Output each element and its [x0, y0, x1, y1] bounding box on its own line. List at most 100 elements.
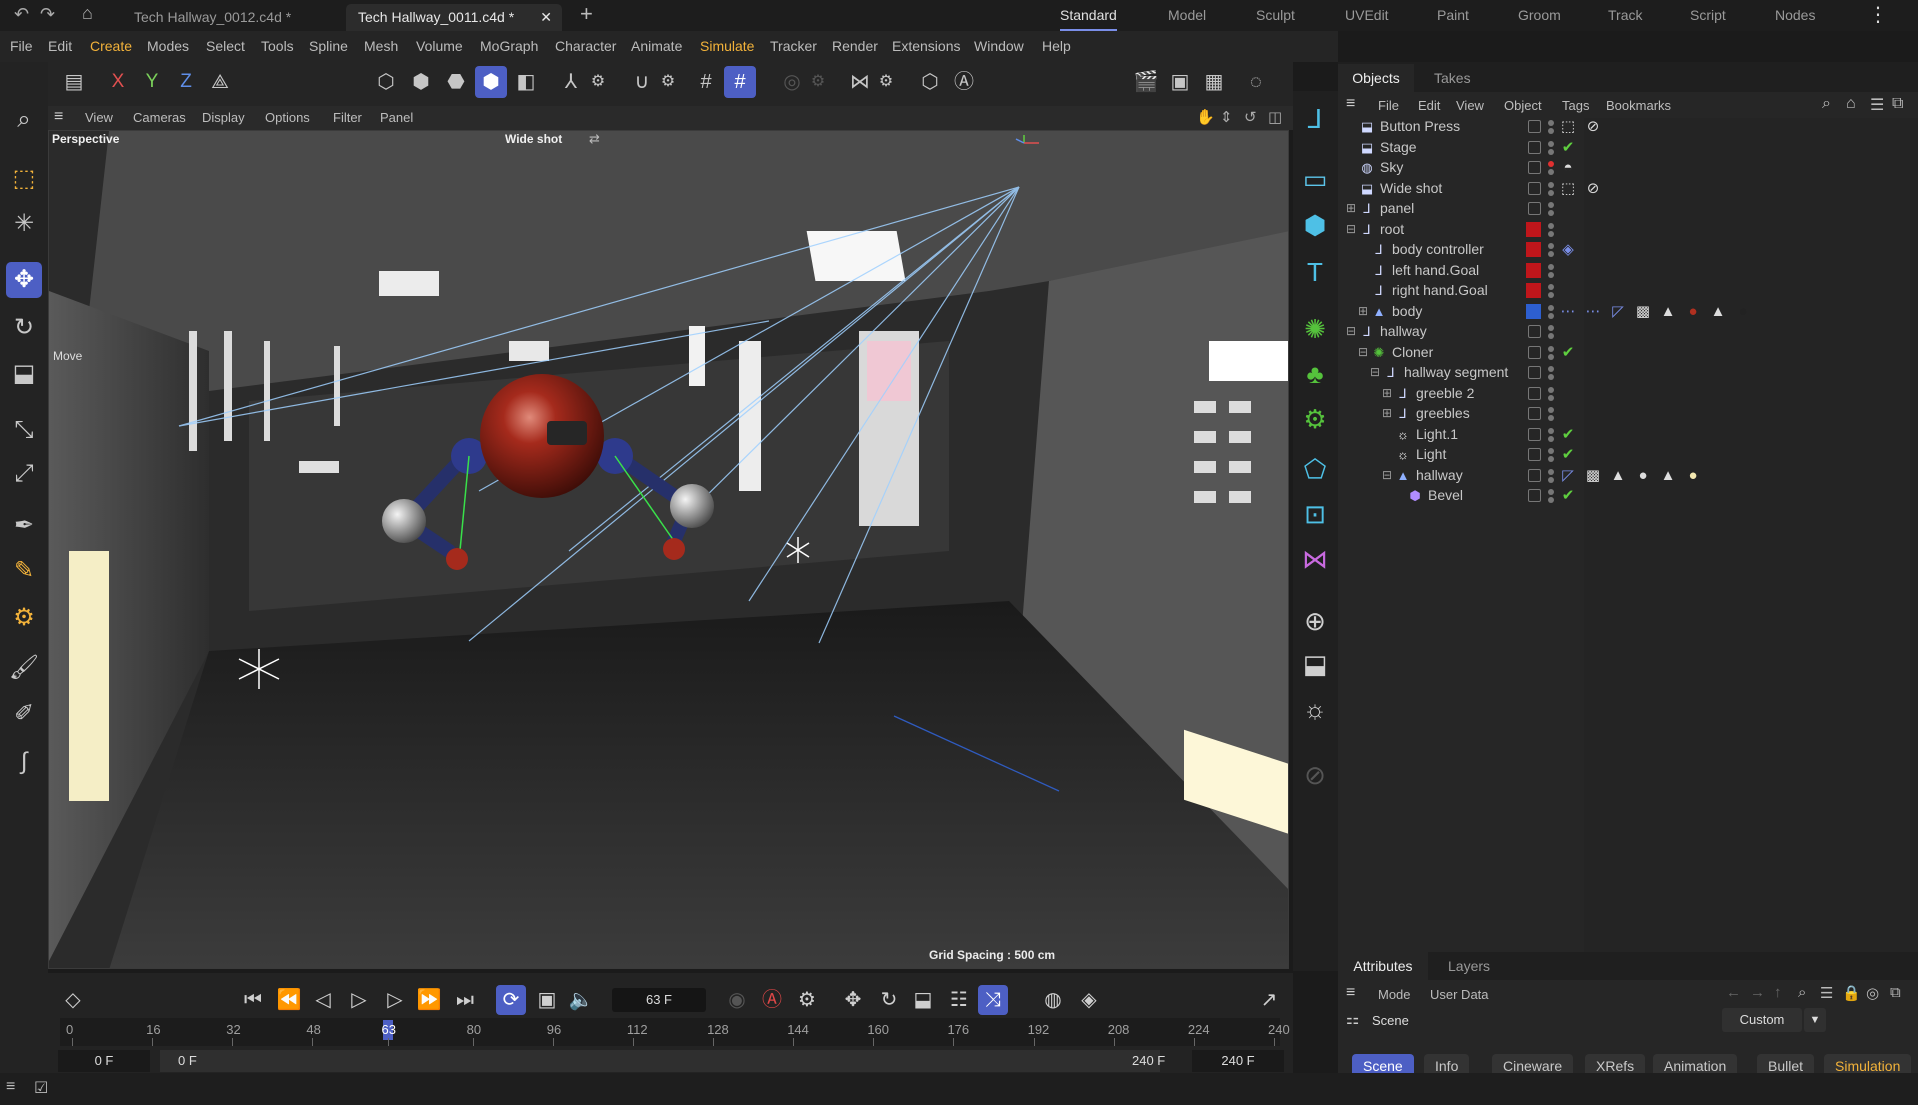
render-visibility-dot[interactable] — [1548, 333, 1554, 339]
end-frame-field[interactable]: 240 F — [1192, 1050, 1284, 1072]
current-frame-field[interactable]: 63 F — [612, 988, 706, 1012]
viewport-menu-cameras[interactable]: Cameras — [133, 110, 186, 125]
key-param-icon[interactable]: ☷ — [944, 985, 974, 1015]
key-position-icon[interactable]: ✥ — [838, 985, 868, 1015]
edit-mode-icon[interactable] — [1528, 161, 1541, 174]
maximize-view-icon[interactable]: ◫ — [1268, 108, 1282, 126]
viewport-menu-filter[interactable]: Filter — [333, 110, 362, 125]
workspace-model[interactable]: Model — [1168, 0, 1206, 31]
om-menu-tags[interactable]: Tags — [1562, 98, 1589, 113]
symmetry-settings-icon[interactable]: ⚙ — [870, 66, 902, 98]
render-visibility-dot[interactable] — [1548, 312, 1554, 319]
key-pla-icon[interactable]: ⤨ — [978, 985, 1008, 1015]
editor-visibility-dot[interactable] — [1548, 468, 1554, 475]
edit-mode-icon[interactable] — [1528, 448, 1541, 461]
pan-view-icon[interactable]: ✋ — [1196, 108, 1215, 126]
render-view-icon[interactable]: ▣ — [1164, 66, 1196, 98]
reset-view-icon[interactable]: ◌ — [1240, 66, 1272, 98]
workspace-track[interactable]: Track — [1608, 0, 1642, 31]
edit-mode-icon[interactable] — [1528, 120, 1541, 133]
soft-settings-icon[interactable]: ⚙ — [802, 66, 834, 98]
previous-key-icon[interactable]: ⏪ — [274, 985, 304, 1015]
hamburger-icon[interactable]: ≡ — [54, 108, 63, 126]
render-visibility-dot[interactable] — [1548, 210, 1554, 216]
auto-solo-icon[interactable]: Ⓐ — [948, 66, 980, 98]
edit-mode-icon[interactable] — [1528, 366, 1541, 379]
lock-x-button[interactable]: X — [102, 66, 134, 98]
uv-mode-icon[interactable]: ◧ — [510, 66, 542, 98]
scene-camera-icon[interactable]: ⬓ — [1297, 646, 1333, 682]
timeline-ruler[interactable] — [60, 1018, 1280, 1046]
undo-icon[interactable]: ↶ — [14, 4, 29, 25]
keying-settings-icon[interactable]: ⚙ — [792, 985, 822, 1015]
menu-spline[interactable]: Spline — [309, 31, 348, 62]
close-tab-icon[interactable]: ✕ — [540, 4, 552, 31]
render-visibility-dot[interactable] — [1548, 415, 1554, 421]
menu-simulate[interactable]: Simulate — [700, 31, 754, 62]
fcurve-toggle-icon[interactable]: ↗ — [1254, 985, 1284, 1015]
check-status-icon[interactable]: ☑ — [34, 1078, 48, 1098]
autokey-icon[interactable]: Ⓐ — [757, 985, 787, 1015]
record-icon[interactable]: ◉ — [722, 985, 752, 1015]
workspace-nodes[interactable]: Nodes — [1775, 0, 1815, 31]
hamburger-icon[interactable]: ≡ — [6, 1078, 15, 1096]
next-frame-icon[interactable]: ▷ — [380, 985, 410, 1015]
om-menu-file[interactable]: File — [1378, 98, 1399, 113]
target-icon[interactable]: ◎ — [1866, 984, 1879, 1002]
knife-tool-icon[interactable]: ✎ — [6, 553, 42, 589]
edit-mode-icon[interactable] — [1528, 325, 1541, 338]
edit-mode-icon[interactable] — [1528, 202, 1541, 215]
workspace-paint[interactable]: Paint — [1437, 0, 1469, 31]
rotate-tool-icon[interactable]: ↻ — [6, 310, 42, 346]
home-icon[interactable]: ⌂ — [1846, 95, 1856, 113]
viewport-menu-options[interactable]: Options — [265, 110, 310, 125]
go-to-start-icon[interactable]: ⏮ — [238, 985, 268, 1015]
menu-volume[interactable]: Volume — [416, 31, 463, 62]
workspace-uvedit[interactable]: UVEdit — [1345, 0, 1389, 31]
editor-visibility-dot[interactable] — [1548, 222, 1554, 229]
lock-y-button[interactable]: Y — [136, 66, 168, 98]
menu-file[interactable]: File — [10, 31, 33, 62]
magnet-tool-icon[interactable]: ∫ — [6, 744, 42, 780]
viewport-menu-panel[interactable]: Panel — [380, 110, 413, 125]
editor-visibility-dot[interactable] — [1548, 243, 1554, 249]
editor-visibility-dot[interactable] — [1548, 345, 1554, 352]
editor-visibility-dot[interactable] — [1548, 427, 1554, 434]
edit-mode-icon[interactable] — [1528, 181, 1541, 195]
filter-icon[interactable]: ☰ — [1870, 95, 1884, 115]
tab-takes[interactable]: Takes — [1428, 64, 1477, 92]
render-visibility-dot[interactable] — [1548, 456, 1554, 462]
om-menu-edit[interactable]: Edit — [1418, 98, 1440, 113]
menu-character[interactable]: Character — [555, 31, 616, 62]
scale-points-icon[interactable]: ⤢ — [6, 456, 42, 492]
viewport-solo-icon[interactable]: ⬡ — [914, 66, 946, 98]
new-window-icon[interactable]: ⧉ — [1892, 95, 1903, 113]
scale-tool-icon[interactable]: ⬓ — [6, 356, 42, 392]
chevron-down-icon[interactable]: ▼ — [1804, 1008, 1826, 1032]
coordinate-system-icon[interactable]: ▤ — [58, 66, 90, 98]
tab-attributes[interactable]: Attributes — [1338, 952, 1428, 980]
go-to-end-icon[interactable]: ⏭ — [450, 985, 480, 1015]
file-tab-0012[interactable]: Tech Hallway_0012.c4d * — [122, 4, 303, 31]
editor-visibility-dot[interactable] — [1548, 202, 1554, 208]
null-object-icon[interactable]: ⅃ — [1297, 101, 1333, 137]
render-visibility-dot[interactable] — [1548, 435, 1554, 442]
edit-mode-icon[interactable] — [1528, 140, 1541, 154]
mode-menu[interactable]: Mode — [1378, 987, 1411, 1002]
extrude-tool-icon[interactable]: ⚙ — [6, 600, 42, 636]
editor-visibility-dot[interactable] — [1548, 489, 1554, 495]
tab-objects[interactable]: Objects — [1338, 64, 1414, 92]
3d-viewport[interactable]: Perspective Wide shot ⇄ Move Grid Spacin… — [48, 130, 1289, 969]
object-row[interactable]: ⬢ Bevel ✔ — [1338, 483, 1918, 508]
editor-visibility-dot[interactable] — [1548, 140, 1554, 147]
render-visibility-dot[interactable] — [1548, 476, 1554, 483]
viewport-menu-view[interactable]: View — [85, 110, 113, 125]
home-icon[interactable]: ⌂ — [82, 3, 93, 24]
menu-create[interactable]: Create — [90, 31, 132, 62]
transform-tool-icon[interactable]: ⤡ — [6, 412, 42, 448]
menu-tracker[interactable]: Tracker — [770, 31, 817, 62]
back-arrow-icon[interactable]: ← — [1726, 984, 1741, 1001]
motion-system-icon[interactable]: ◍ — [1038, 985, 1068, 1015]
orbit-view-icon[interactable]: ↺ — [1244, 108, 1257, 126]
menu-extensions[interactable]: Extensions — [892, 31, 960, 62]
